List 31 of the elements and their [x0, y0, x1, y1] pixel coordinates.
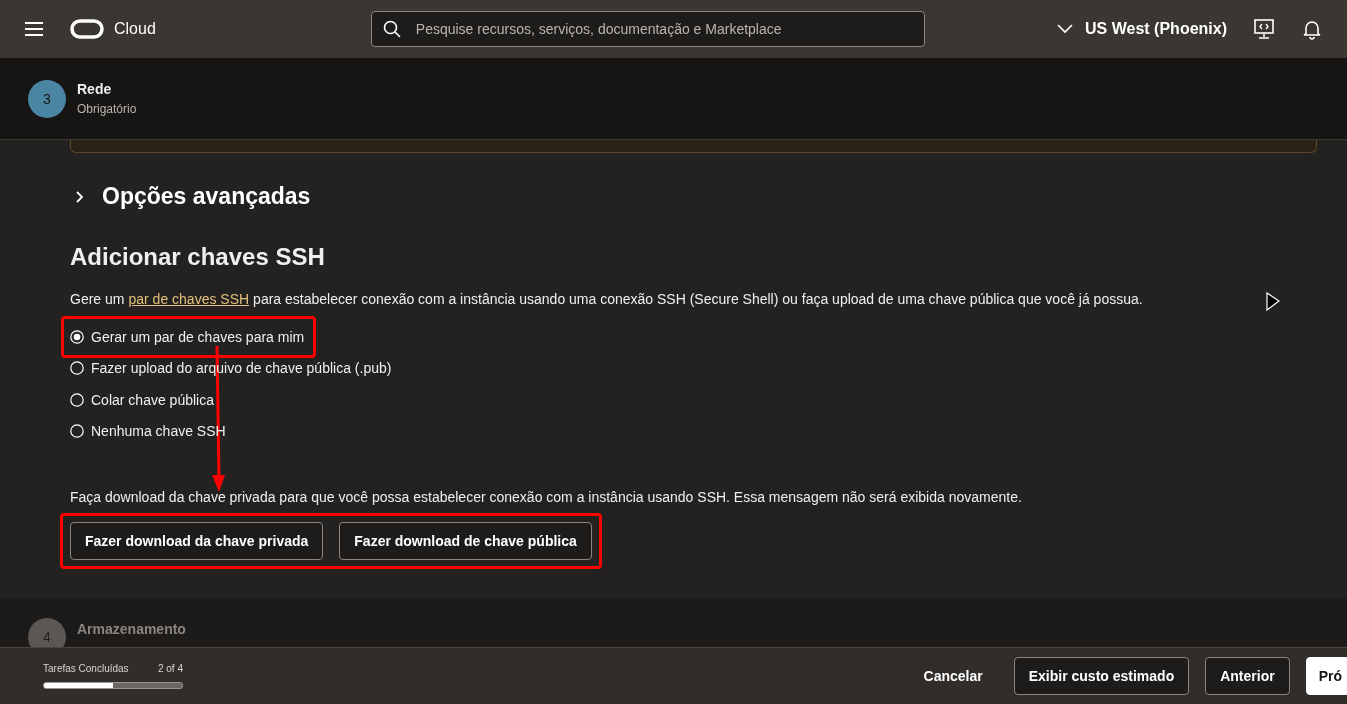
- footer-button[interactable]: Exibir custo estimado: [1013, 657, 1190, 695]
- step-number-badge: 3: [28, 79, 66, 118]
- step-title: Rede: [77, 81, 113, 97]
- section-heading: Adicionar chaves SSH: [70, 243, 326, 271]
- mouse-cursor-icon: [1266, 292, 1280, 312]
- radio-option[interactable]: Colar chave pública: [70, 384, 214, 416]
- search-field[interactable]: Pesquise recursos, serviços, documentação e Marketplace: [370, 11, 925, 47]
- download-button[interactable]: Fazer download da chave privada: [70, 522, 324, 560]
- notification-bell-icon[interactable]: [1301, 18, 1323, 40]
- progress-count: 2 of 4: [157, 663, 183, 674]
- footer-button[interactable]: Anterior: [1205, 657, 1290, 695]
- next-button[interactable]: Pró: [1305, 657, 1347, 695]
- code-monitor-icon[interactable]: [1253, 18, 1275, 40]
- search-icon: [382, 20, 401, 38]
- ssh-key-pair-link[interactable]: par de chaves SSH: [128, 291, 250, 307]
- logo-icon: [70, 19, 104, 39]
- description-text: para estabelecer conexão com a instância usando uma conexão SSH (Secure Shell) ou faça upload de uma chave pública que você já possua.: [253, 291, 1143, 307]
- progress-label: Tarefas Concluídas: [43, 663, 129, 674]
- step-status: Obrigatório: [77, 102, 137, 116]
- chevron-icon: [76, 190, 84, 203]
- step-title: Armazenamento: [77, 621, 186, 637]
- radio-option[interactable]: Gerar um par de chaves para mim: [70, 321, 305, 353]
- download-button[interactable]: Fazer download de chave pública: [339, 522, 592, 560]
- download-note: Faça download da chave privada para que você possa estabelecer conexão com a instância usando SSH. Essa mensagem não será exibida novamente.: [70, 489, 1023, 505]
- description-text: Gere um: [70, 291, 125, 307]
- chevron-down-icon: [1057, 24, 1074, 34]
- brand-name: Cloud: [114, 20, 156, 38]
- footer-button[interactable]: Cancelar: [908, 657, 998, 695]
- region-selector[interactable]: US West (Phoenix): [1057, 20, 1227, 38]
- advanced-options-toggle[interactable]: Opções avançadas: [70, 183, 311, 210]
- menu-icon[interactable]: [24, 21, 44, 37]
